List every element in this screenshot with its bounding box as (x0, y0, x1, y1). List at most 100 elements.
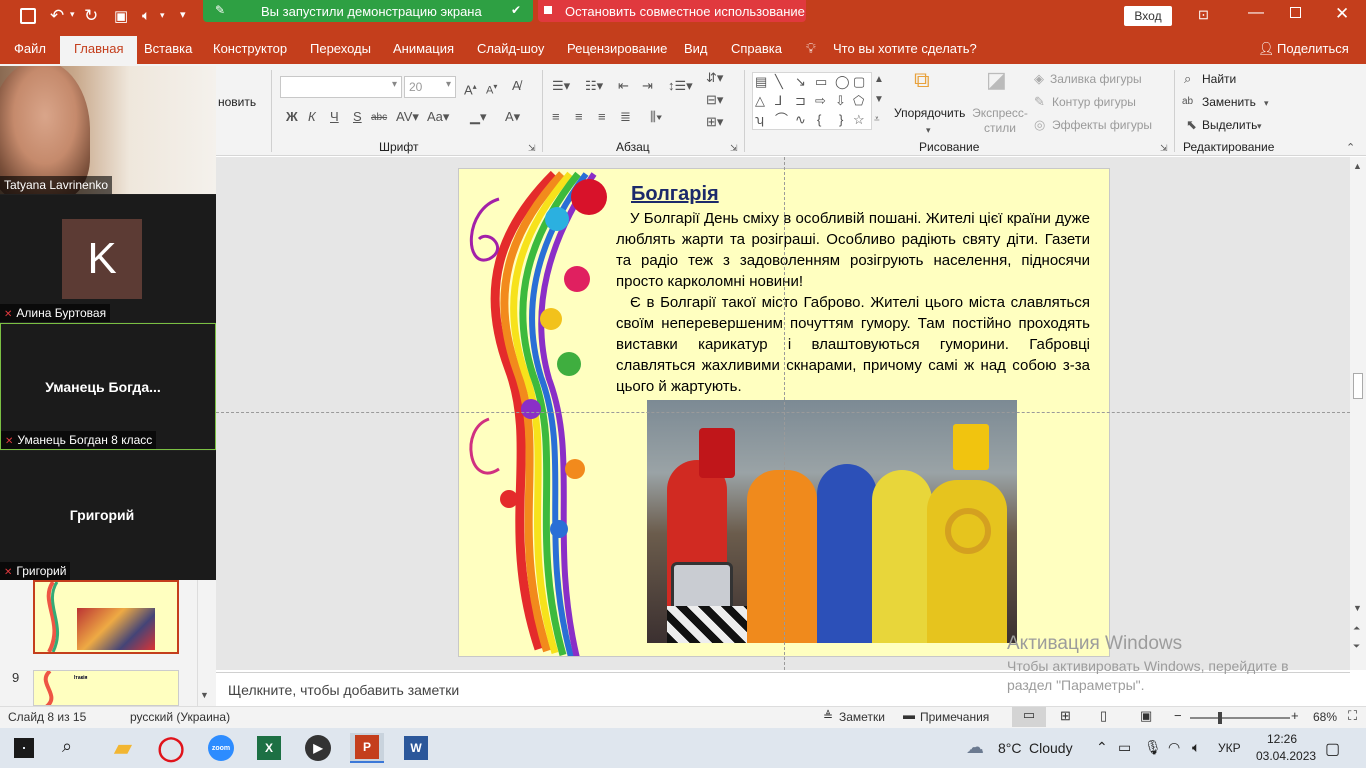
curve-shape-icon[interactable]: ⌒ (775, 112, 788, 128)
bold-icon[interactable]: Ж (286, 109, 298, 125)
scroll-down-icon[interactable]: ▼ (200, 690, 209, 700)
justify-icon[interactable]: ≣ (620, 109, 631, 125)
powerpoint-icon[interactable]: P (350, 733, 384, 763)
freeform-shape-icon[interactable]: ʮ (755, 112, 764, 128)
scroll-up-icon[interactable]: ▲ (1353, 161, 1362, 171)
carnival-photo[interactable] (647, 400, 1017, 643)
undo-icon[interactable]: ↶ (50, 6, 64, 26)
tab-insert[interactable]: Вставка (144, 41, 192, 56)
shape-effects-button[interactable]: Эффекты фигуры (1052, 118, 1152, 132)
shrink-font-icon[interactable]: A▾ (486, 79, 497, 99)
tell-me-search[interactable]: Что вы хотите сделать? (833, 41, 977, 56)
notifications-icon[interactable]: ▢ (1325, 739, 1340, 759)
font-size-box[interactable]: 20 ▾ (404, 76, 456, 98)
smartart-icon[interactable]: ⊞▾ (706, 114, 723, 130)
decrease-indent-icon[interactable]: ⇤ (618, 78, 629, 94)
previous-slide-icon[interactable]: ⏶ (1353, 623, 1360, 634)
search-icon[interactable]: ⌕ (62, 736, 72, 757)
scroll-down-icon[interactable]: ▼ (1353, 603, 1362, 613)
weather-temp[interactable]: 8°C (998, 740, 1022, 756)
font-color-icon[interactable]: A▾ (505, 109, 520, 125)
clock-time[interactable]: 12:26 (1267, 732, 1297, 746)
opera-icon[interactable]: ◯ (154, 733, 188, 763)
zoom-slider-thumb[interactable] (1218, 712, 1222, 724)
zoom-slider[interactable] (1190, 712, 1290, 724)
save-icon[interactable] (20, 8, 36, 24)
arrange-button[interactable]: Упорядочить (894, 106, 965, 120)
oval-shape-icon[interactable]: ◯ (835, 74, 850, 90)
tab-help[interactable]: Справка (731, 41, 782, 56)
zoom-in-icon[interactable]: + (1291, 708, 1299, 723)
scribble-shape-icon[interactable]: ∿ (795, 112, 806, 128)
triangle-shape-icon[interactable]: △ (755, 93, 765, 109)
zoom-level[interactable]: 68% (1313, 710, 1337, 724)
shapes-gallery[interactable]: ▤ ╲ ↘ ▭ ◯ ▢ △ ⅃ ⊐ ⇨ ⇩ ⬠ ʮ ⌒ ∿ { } ☆ (752, 72, 872, 130)
windows-start-icon[interactable] (14, 738, 34, 758)
dialog-launcher-icon[interactable]: ⇲ (528, 140, 536, 156)
pentagon-shape-icon[interactable]: ⬠ (853, 93, 864, 109)
volume-icon[interactable]: 🔈︎ (1192, 739, 1200, 756)
thumbnail-scrollbar[interactable]: ▼ (197, 580, 211, 706)
weather-desc[interactable]: Cloudy (1029, 740, 1073, 756)
change-case-icon[interactable]: Aa▾ (427, 109, 449, 125)
clock-date[interactable]: 03.04.2023 (1256, 749, 1316, 763)
notes-placeholder[interactable]: Щелкните, чтобы добавить заметки (228, 682, 459, 698)
align-right-icon[interactable]: ≡ (598, 109, 606, 125)
right-arrow-shape-icon[interactable]: ⇨ (815, 93, 826, 109)
rectangle-shape-icon[interactable]: ▭ (815, 74, 827, 90)
numbering-icon[interactable]: ☷▾ (585, 78, 603, 94)
comments-toggle[interactable]: Примечания (920, 710, 989, 724)
input-language[interactable]: УКР (1218, 741, 1241, 755)
share-button[interactable]: Поделиться (1277, 41, 1349, 56)
microphone-icon[interactable]: 🎙︎ (1144, 739, 1162, 756)
slide-paragraph-2[interactable]: Є в Болгарії такої місто Габрово. Жителі… (616, 292, 1090, 397)
dialog-launcher-icon[interactable]: ⇲ (1160, 140, 1168, 156)
minimize-icon[interactable]: — (1248, 4, 1264, 22)
line-spacing-icon[interactable]: ↕☰▾ (668, 78, 693, 94)
notes-toggle[interactable]: Заметки (839, 710, 885, 724)
gallery-up-icon[interactable]: ▲ (874, 72, 884, 88)
slide-thumbnail-8[interactable] (33, 580, 179, 654)
battery-icon[interactable]: ▭ (1118, 739, 1131, 756)
close-icon[interactable]: ✕ (1335, 4, 1349, 24)
brace-right-shape-icon[interactable]: } (839, 112, 843, 128)
italic-icon[interactable]: К (308, 109, 316, 125)
shadow-icon[interactable]: S (353, 109, 362, 125)
textbox-shape-icon[interactable]: ▤ (755, 74, 767, 90)
line-shape-icon[interactable]: ╲ (775, 74, 783, 90)
sharing-pin-icon[interactable]: ✎ (215, 3, 225, 17)
tab-transitions[interactable]: Переходы (310, 41, 371, 56)
arrow-shape-icon[interactable]: ↘ (795, 74, 806, 90)
file-explorer-icon[interactable]: ▰ (106, 733, 140, 763)
audio-dropdown-icon[interactable]: ▾ (160, 10, 165, 21)
dialog-launcher-icon[interactable]: ⇲ (730, 140, 738, 156)
tab-file[interactable]: Файл (14, 41, 46, 56)
tab-review[interactable]: Рецензирование (567, 41, 667, 56)
tab-home[interactable]: Главная (60, 36, 138, 64)
align-center-icon[interactable]: ≡ (575, 109, 583, 125)
word-icon[interactable]: W (399, 733, 433, 763)
select-button[interactable]: Выделить (1202, 118, 1257, 132)
slide-thumbnail-9[interactable]: Ітакія (33, 670, 179, 706)
slideshow-start-icon[interactable]: ▣ (114, 7, 128, 25)
shape-fill-button[interactable]: Заливка фигуры (1050, 72, 1142, 86)
highlight-icon[interactable]: ▁▾ (470, 109, 487, 125)
clear-formatting-icon[interactable]: A̸ (512, 78, 521, 94)
elbow-shape-icon[interactable]: ⊐ (795, 93, 806, 109)
wifi-icon[interactable]: ◠ (1168, 739, 1180, 756)
reading-view-icon[interactable]: ▯ (1100, 708, 1107, 724)
brace-left-shape-icon[interactable]: { (817, 112, 821, 128)
language-indicator[interactable]: русский (Украина) (130, 710, 230, 724)
participant-name-tile-active[interactable]: Уманець Богда... ✕ Уманець Богдан 8 класс (0, 323, 216, 450)
rounded-rect-shape-icon[interactable]: ▢ (853, 74, 865, 90)
gallery-down-icon[interactable]: ▼ (874, 92, 884, 108)
replace-button[interactable]: Заменить (1202, 95, 1256, 109)
align-text-icon[interactable]: ⊟▾ (706, 92, 723, 108)
normal-view-icon[interactable]: ▭ (1012, 707, 1046, 727)
grow-font-icon[interactable]: A▴ (464, 79, 477, 98)
slide-paragraph-1[interactable]: У Болгарії День сміху в особливій пошані… (616, 208, 1090, 292)
media-player-icon[interactable]: ▶ (301, 733, 335, 763)
tab-view[interactable]: Вид (684, 41, 708, 56)
stop-sharing-button[interactable]: Остановить совместное использование (538, 0, 806, 22)
columns-icon[interactable]: ⫼▾ (650, 109, 662, 125)
